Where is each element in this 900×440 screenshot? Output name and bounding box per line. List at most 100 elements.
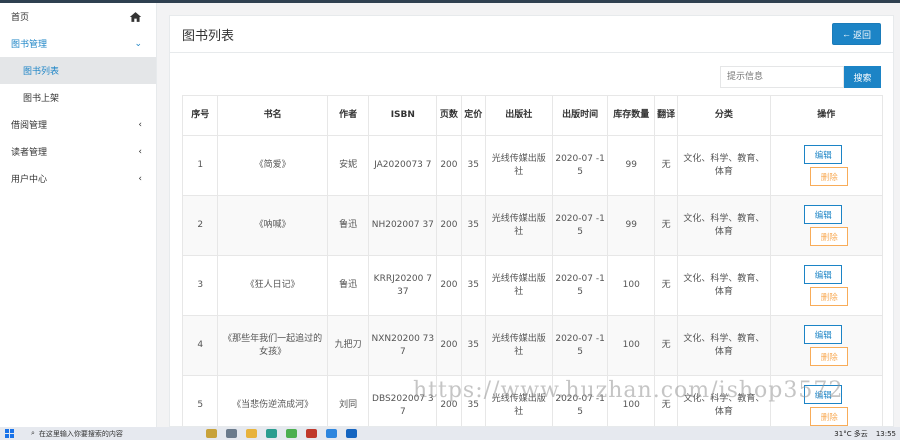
sidebar-item-home[interactable]: 首页 — [0, 3, 156, 30]
cell-pages: 200 — [436, 375, 462, 426]
cell-translate: 无 — [654, 375, 679, 426]
app-icon[interactable] — [306, 429, 317, 438]
sidebar-item-book-management[interactable]: 图书管理 ⌄ — [0, 30, 156, 57]
chevron-left-icon: ‹ — [138, 119, 142, 130]
taskbar-apps — [206, 429, 357, 438]
cell-pages: 200 — [436, 195, 462, 256]
column-header: 定价 — [460, 95, 486, 136]
table-row: 4 《那些年我们一起追过的女孩》 九把刀 NXN20200 737 200 35 光线传媒出… — [181, 315, 883, 376]
cell-isbn: JA2020073 7 — [368, 135, 438, 196]
delete-button[interactable]: 删除 — [810, 287, 849, 306]
sidebar-item-label: 图书管理 — [11, 40, 48, 50]
cell-translate: 无 — [654, 195, 679, 256]
cell-date: 2020-07 -15 — [551, 375, 609, 426]
search-button[interactable]: 搜索 — [844, 66, 881, 88]
cell-isbn: NXN20200 737 — [368, 315, 438, 376]
app-icon[interactable] — [206, 429, 217, 438]
cell-publisher: 光线传媒出版社 — [484, 135, 553, 196]
app-icon[interactable] — [346, 429, 357, 438]
cell-price: 35 — [460, 195, 486, 256]
edit-button[interactable]: 编辑 — [804, 265, 843, 284]
cell-publisher: 光线传媒出版社 — [484, 315, 553, 376]
column-header: ISBN — [368, 95, 438, 136]
cell-author: 刘同 — [326, 375, 370, 426]
delete-button[interactable]: 删除 — [810, 407, 849, 426]
sidebar-item-borrow-management[interactable]: 借阅管理 ‹ — [0, 111, 156, 138]
chevron-left-icon: ‹ — [138, 173, 142, 184]
sidebar-item-reader-management[interactable]: 读者管理 ‹ — [0, 138, 156, 165]
cell-title: 《简爱》 — [217, 135, 328, 196]
edit-button[interactable]: 编辑 — [804, 205, 843, 224]
cell-publisher: 光线传媒出版社 — [484, 195, 553, 256]
edit-button[interactable]: 编辑 — [804, 325, 843, 344]
delete-button[interactable]: 删除 — [810, 227, 849, 246]
cell-isbn: NH202007 37 — [368, 195, 438, 256]
table-row: 1 《简爱》 安妮 JA2020073 7 200 35 光线传媒出版社 2020-07 -1… — [181, 135, 883, 196]
cell-index: 3 — [181, 255, 219, 316]
cell-actions: 编辑删除 — [769, 135, 883, 196]
cell-date: 2020-07 -15 — [551, 195, 609, 256]
cell-price: 35 — [460, 135, 486, 196]
cell-category: 文化、科学、教育、体育 — [677, 195, 771, 256]
cell-date: 2020-07 -15 — [551, 255, 609, 316]
sidebar-item-label: 图书上架 — [23, 94, 60, 104]
cell-index: 1 — [181, 135, 219, 196]
search-input[interactable] — [720, 66, 844, 88]
arrow-left-icon: ← — [841, 29, 851, 39]
cell-stock: 100 — [607, 315, 656, 376]
app-icon[interactable] — [326, 429, 337, 438]
column-header: 序号 — [181, 95, 219, 136]
table-row: 5 《当悲伤逆流成河》 刘同 DBS202007 37 200 35 光线传媒出版社 2020… — [181, 375, 883, 426]
column-header: 库存数量 — [607, 95, 656, 136]
cell-author: 九把刀 — [326, 315, 370, 376]
chevron-down-icon: ⌄ — [134, 38, 142, 49]
column-header: 操作 — [769, 95, 883, 136]
taskbar-search[interactable]: ⌕ 在这里输入你要搜索的内容 — [31, 429, 196, 439]
cell-stock: 99 — [607, 195, 656, 256]
app-icon[interactable] — [286, 429, 297, 438]
cell-title: 《狂人日记》 — [217, 255, 328, 316]
column-header: 作者 — [326, 95, 370, 136]
sidebar-item-book-list[interactable]: 图书列表 — [0, 57, 156, 84]
sidebar: 首页 图书管理 ⌄ 图书列表 图书上架 借阅管理 ‹ 读者管理 ‹ 用户中心 ‹ — [0, 3, 157, 427]
sidebar-item-label: 读者管理 — [11, 148, 48, 158]
edit-button[interactable]: 编辑 — [804, 385, 843, 404]
back-button-label: 返回 — [852, 29, 871, 40]
cell-title: 《呐喊》 — [217, 195, 328, 256]
sidebar-item-label: 借阅管理 — [11, 121, 48, 131]
sidebar-item-label: 用户中心 — [11, 175, 48, 185]
cell-author: 鲁迅 — [326, 195, 370, 256]
cell-translate: 无 — [654, 135, 679, 196]
cell-date: 2020-07 -15 — [551, 315, 609, 376]
cell-publisher: 光线传媒出版社 — [484, 375, 553, 426]
browser-icon[interactable] — [266, 429, 277, 438]
cell-translate: 无 — [654, 315, 679, 376]
cell-index: 2 — [181, 195, 219, 256]
cell-price: 35 — [460, 375, 486, 426]
app-icon[interactable] — [226, 429, 237, 438]
sidebar-item-user-center[interactable]: 用户中心 ‹ — [0, 165, 156, 192]
page-title: 图书列表 — [182, 28, 235, 44]
search-bar: 搜索 — [720, 66, 881, 88]
cell-price: 35 — [460, 255, 486, 316]
taskbar-search-text: 在这里输入你要搜索的内容 — [38, 429, 123, 438]
column-header: 书名 — [217, 95, 328, 136]
taskbar: ⌕ 在这里输入你要搜索的内容 31°C 多云 13:55 — [0, 427, 900, 440]
cell-author: 安妮 — [326, 135, 370, 196]
sidebar-item-book-shelving[interactable]: 图书上架 — [0, 84, 156, 111]
cell-date: 2020-07 -15 — [551, 135, 609, 196]
folder-icon[interactable] — [246, 429, 257, 438]
edit-button[interactable]: 编辑 — [804, 145, 843, 164]
back-button[interactable]: ← 返回 — [832, 23, 881, 45]
clock: 13:55 — [875, 429, 896, 438]
home-icon — [129, 11, 142, 22]
column-header: 翻译 — [654, 95, 679, 136]
windows-start-icon[interactable] — [5, 429, 17, 438]
cell-publisher: 光线传媒出版社 — [484, 255, 553, 316]
cell-title: 《那些年我们一起追过的女孩》 — [217, 315, 328, 376]
cell-stock: 100 — [607, 255, 656, 316]
search-icon: ⌕ — [31, 429, 35, 437]
delete-button[interactable]: 删除 — [810, 347, 849, 366]
table-row: 2 《呐喊》 鲁迅 NH202007 37 200 35 光线传媒出版社 2020-07 -1… — [181, 195, 883, 256]
delete-button[interactable]: 删除 — [810, 167, 849, 186]
